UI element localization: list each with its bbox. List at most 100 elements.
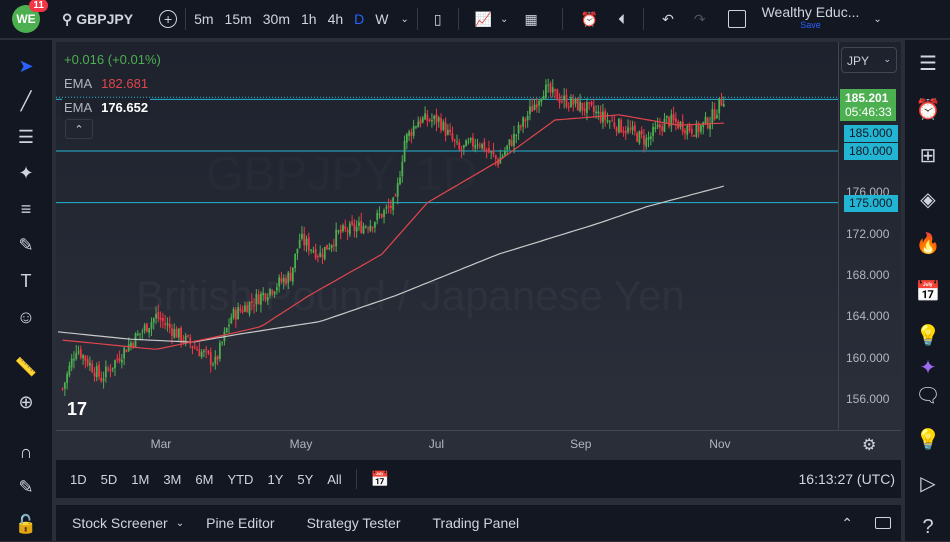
fullscreen-icon[interactable] (727, 10, 746, 28)
collapse-legend-button[interactable]: ⌃ (65, 119, 93, 139)
candle-body (665, 115, 668, 118)
candle-body (446, 129, 449, 135)
magnet-icon[interactable]: ∩ (12, 438, 40, 466)
candle-body (310, 249, 312, 251)
candle-body (421, 117, 424, 123)
range-3M[interactable]: 3M (163, 472, 181, 487)
collapse-panel-icon[interactable]: ⌃ (841, 515, 853, 532)
chevron-down-icon[interactable]: ⌄ (176, 518, 184, 529)
settings-gear-icon[interactable]: ⚙ (862, 435, 876, 455)
currency-select[interactable]: JPY ⌄ (841, 47, 897, 73)
chevron-down-icon[interactable]: ⌄ (500, 14, 508, 25)
fib-icon[interactable]: ☰ (12, 123, 40, 151)
clock[interactable]: 16:13:27 (UTC) (799, 471, 895, 487)
interval-D[interactable]: D (354, 11, 364, 27)
candle-body (239, 308, 242, 311)
chat-icon[interactable]: 🗨 (913, 380, 943, 410)
range-1D[interactable]: 1D (70, 472, 87, 487)
candle-body (118, 358, 121, 362)
ideas-bulb-icon[interactable]: 💡 (913, 320, 943, 350)
candle-body (629, 128, 632, 130)
range-6M[interactable]: 6M (195, 472, 213, 487)
redo-icon[interactable]: ↷ (694, 11, 706, 28)
candle-body (120, 359, 123, 363)
lock-icon[interactable]: 🔓 (12, 510, 40, 538)
replay-icon[interactable]: ⏴ (618, 11, 625, 28)
candle-body (711, 109, 714, 124)
text-icon[interactable]: T (12, 267, 40, 295)
trendline-icon[interactable]: ╱ (12, 87, 40, 115)
candle-body (353, 223, 356, 231)
save-button[interactable]: Save (800, 19, 821, 32)
chevron-down-icon[interactable]: ⌄ (401, 14, 409, 25)
candle-body (214, 356, 217, 364)
interval-W[interactable]: W (375, 11, 388, 27)
candle-body (369, 225, 372, 231)
play-icon[interactable]: ▷ (913, 468, 943, 498)
indicators-icon[interactable]: 📈 (475, 11, 492, 28)
ema-fast-line (62, 114, 724, 350)
calendar-icon[interactable]: 📅 (913, 276, 943, 306)
candle-body (312, 250, 315, 252)
date-range-icon[interactable]: 📅 (371, 470, 390, 488)
add-symbol-button[interactable]: + (159, 10, 178, 28)
tab-trading-panel[interactable]: Trading Panel (433, 515, 520, 531)
object-tree-icon[interactable]: ⊞ (913, 140, 943, 170)
zoom-icon[interactable]: ⊕ (12, 388, 40, 416)
candle-body (246, 305, 249, 313)
logo-avatar[interactable]: WE 11 (12, 0, 48, 33)
range-All[interactable]: All (327, 472, 341, 487)
watchlist-icon[interactable]: ☰ (913, 48, 943, 78)
alerts-icon[interactable]: ⏰ (913, 94, 943, 124)
time-label: Jul (428, 437, 445, 451)
candle-body (116, 358, 119, 360)
templates-icon[interactable]: ▦ (524, 11, 537, 28)
chart-pane[interactable]: GBPJPY, 1D British Pound / Japanese Yen … (56, 42, 901, 458)
candle-body (168, 323, 171, 328)
range-YTD[interactable]: YTD (227, 472, 253, 487)
candle-body (332, 244, 335, 246)
help-icon[interactable]: ? (913, 512, 943, 542)
interval-30m[interactable]: 30m (263, 11, 290, 27)
interval-1h[interactable]: 1h (301, 11, 317, 27)
divider (561, 8, 563, 30)
price-plot[interactable] (56, 42, 901, 458)
candle-body (212, 364, 214, 366)
cursor-icon[interactable]: ➤ (12, 52, 40, 80)
ruler-icon[interactable]: 📏 (12, 353, 40, 381)
interval-5m[interactable]: 5m (194, 11, 213, 27)
maximize-panel-icon[interactable] (875, 517, 891, 529)
interval-15m[interactable]: 15m (225, 11, 252, 27)
interval-4h[interactable]: 4h (328, 11, 344, 27)
range-1M[interactable]: 1M (131, 472, 149, 487)
hotlist-flame-icon[interactable]: 🔥 (913, 228, 943, 258)
candle-body (640, 130, 643, 135)
lock-drawing-icon[interactable]: ✎ (12, 473, 40, 501)
alarm-icon[interactable]: ⏰ (581, 11, 598, 28)
forecast-icon[interactable]: ≡ (12, 195, 40, 223)
signals-icon[interactable]: 💡 (913, 424, 943, 454)
symbol-search[interactable]: ⚲ GBPJPY (62, 11, 133, 28)
candle-body (565, 94, 568, 107)
candles-icon[interactable]: ▯ (434, 11, 442, 28)
candle-body (264, 293, 267, 300)
range-5D[interactable]: 5D (101, 472, 118, 487)
pattern-icon[interactable]: ✦ (12, 159, 40, 187)
range-5Y[interactable]: 5Y (297, 472, 313, 487)
undo-icon[interactable]: ↶ (662, 11, 674, 28)
candle-body (61, 388, 64, 390)
candle-body (453, 139, 456, 142)
sparkle-icon[interactable]: ✦ (913, 352, 943, 382)
range-1Y[interactable]: 1Y (267, 472, 283, 487)
tab-pine-editor[interactable]: Pine Editor (206, 515, 274, 531)
chevron-down-icon[interactable]: ⌄ (873, 14, 881, 25)
layers-icon[interactable]: ◈ (913, 184, 943, 214)
brush-icon[interactable]: ✎ (12, 231, 40, 259)
candle-body (228, 324, 230, 327)
tab-strategy-tester[interactable]: Strategy Tester (307, 515, 401, 531)
candle-body (98, 364, 100, 377)
layout-menu[interactable]: Wealthy Educ... Save (762, 5, 860, 32)
emoji-icon[interactable]: ☺ (12, 303, 40, 331)
tab-stock-screener[interactable]: Stock Screener (72, 515, 168, 531)
time-axis[interactable] (56, 430, 901, 458)
